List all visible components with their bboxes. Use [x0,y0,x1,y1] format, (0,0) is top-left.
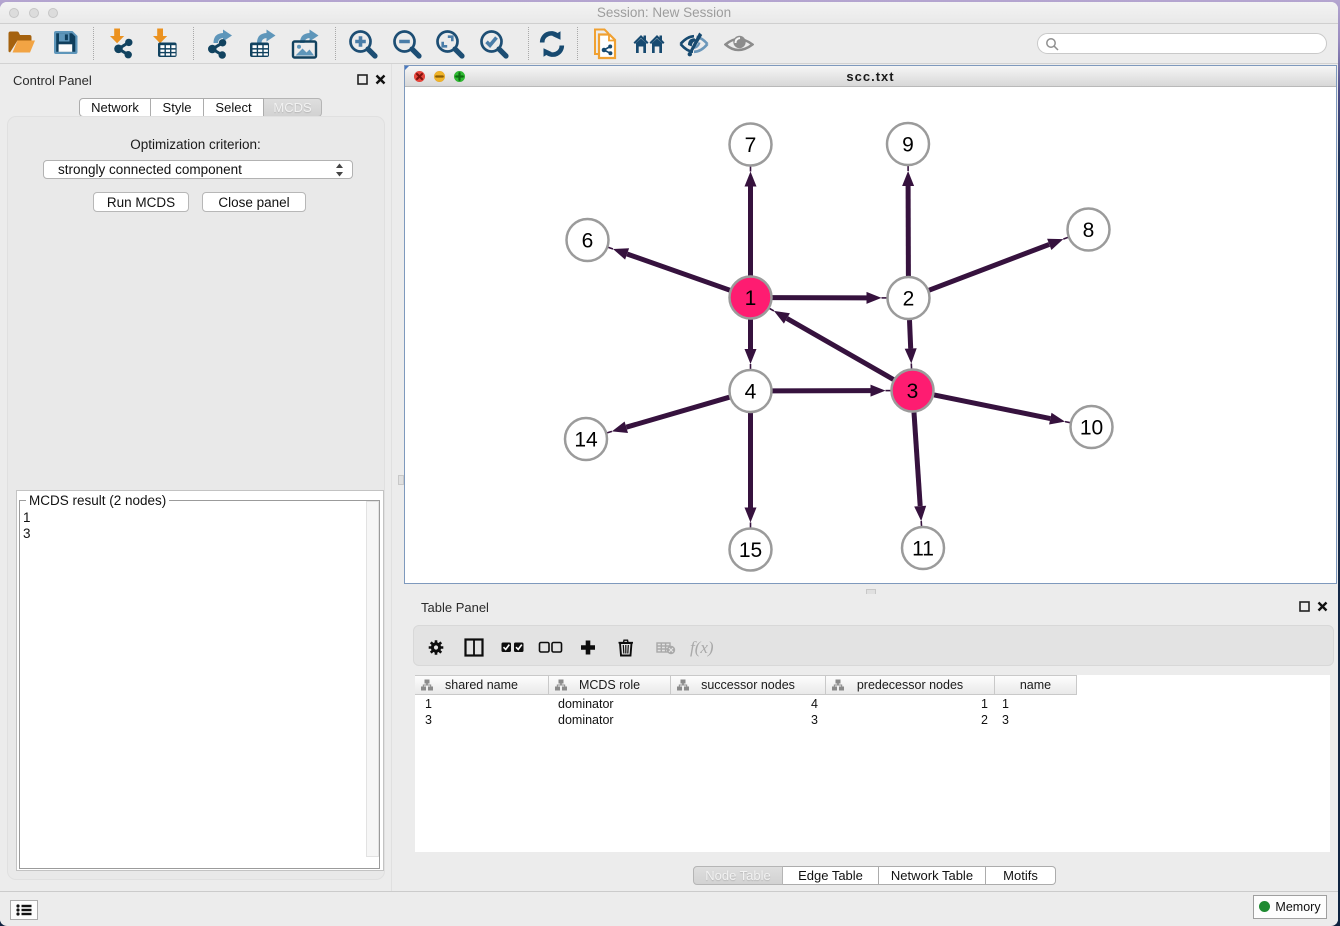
svg-text:2: 2 [903,288,915,311]
svg-text:3: 3 [907,380,919,403]
svg-text:14: 14 [574,429,598,452]
svg-text:7: 7 [745,134,757,157]
svg-text:15: 15 [739,539,762,562]
svg-text:f(x): f(x) [690,638,714,657]
svg-text:11: 11 [912,538,934,561]
svg-text:10: 10 [1080,417,1103,440]
svg-text:8: 8 [1083,219,1095,242]
svg-text:9: 9 [902,134,914,157]
svg-text:6: 6 [582,230,594,253]
svg-text:1: 1 [745,287,757,310]
svg-text:4: 4 [745,381,757,404]
